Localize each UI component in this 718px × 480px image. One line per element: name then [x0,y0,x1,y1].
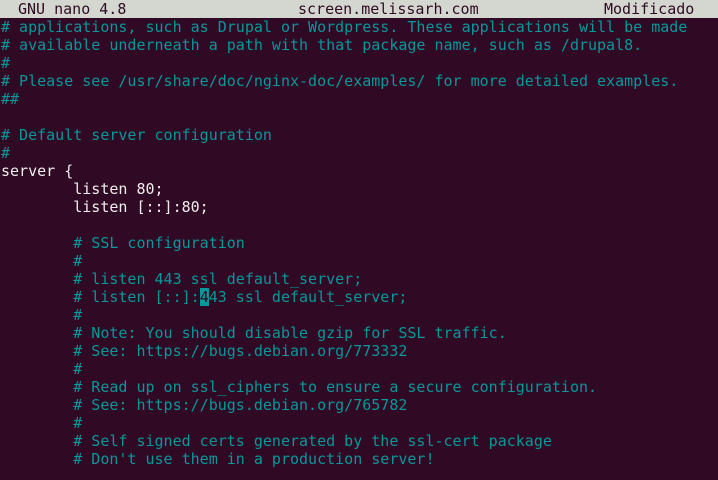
editor-line[interactable]: # listen [::]:443 ssl default_server; [1,288,718,306]
editor-line[interactable]: # SSL configuration [1,234,718,252]
nano-title-bar: GNU nano 4.8 screen.melissarh.com Modifi… [0,0,718,18]
editor-line[interactable]: # [1,144,718,162]
text-cursor: 4 [199,288,209,306]
editor-line[interactable]: # applications, such as Drupal or Wordpr… [1,18,718,36]
editor-line[interactable]: listen 80; [1,180,718,198]
editor-line[interactable]: # Please see /usr/share/doc/nginx-doc/ex… [1,72,718,90]
modified-status-label: Modificado [604,0,695,18]
editor-version-label: GNU nano 4.8 [18,0,127,18]
editor-line[interactable]: # [1,306,718,324]
editor-line[interactable]: listen [::]:80; [1,198,718,216]
editor-line[interactable]: # available underneath a path with that … [1,36,718,54]
editor-line[interactable]: ## [1,90,718,108]
editor-line[interactable]: # [1,252,718,270]
editor-line[interactable]: # Read up on ssl_ciphers to ensure a sec… [1,378,718,396]
editor-line[interactable]: # See: https://bugs.debian.org/773332 [1,342,718,360]
editor-line[interactable]: # [1,414,718,432]
editor-line[interactable]: # Don't use them in a production server! [1,450,718,468]
filename-label: screen.melissarh.com [298,0,479,18]
editor-line[interactable] [1,108,718,126]
editor-line[interactable]: # Self signed certs generated by the ssl… [1,432,718,450]
editor-line[interactable]: # [1,360,718,378]
editor-line[interactable]: # See: https://bugs.debian.org/765782 [1,396,718,414]
editor-line[interactable]: server { [1,162,718,180]
editor-line[interactable]: # listen 443 ssl default_server; [1,270,718,288]
editor-line[interactable]: # [1,54,718,72]
text-editor-area[interactable]: # applications, such as Drupal or Wordpr… [1,18,718,468]
editor-line[interactable] [1,216,718,234]
editor-line[interactable]: # Note: You should disable gzip for SSL … [1,324,718,342]
editor-line[interactable]: # Default server configuration [1,126,718,144]
